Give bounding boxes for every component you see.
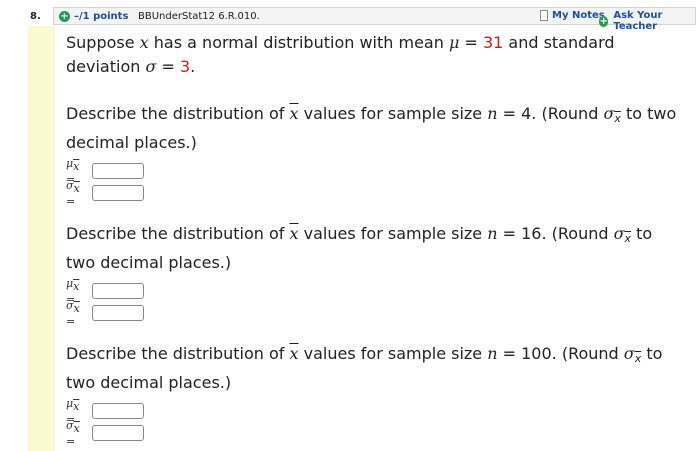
- part2-mu-input[interactable]: [92, 283, 144, 299]
- part2-sigma-row: σx =: [66, 299, 686, 328]
- part2-text-c: = 16. (Round: [497, 224, 614, 243]
- question-number: 8.: [30, 11, 41, 22]
- notes-document-icon: [540, 10, 548, 21]
- part2-text-a: Describe the distribution of: [66, 224, 290, 243]
- intro-mu: μ: [448, 33, 460, 52]
- part1-mu-input[interactable]: [92, 163, 144, 179]
- part3-xbar: x: [289, 344, 299, 363]
- my-notes-label: My Notes: [552, 10, 605, 21]
- intro-period: .: [190, 57, 196, 76]
- part3-sigma-row: σx =: [66, 419, 686, 448]
- part3-mu-input[interactable]: [92, 403, 144, 419]
- part2-xbar: x: [289, 224, 299, 243]
- ask-teacher-label: Ask Your Teacher: [613, 10, 663, 32]
- question-left-strip: [28, 26, 55, 451]
- part2-sigma-input[interactable]: [92, 305, 144, 321]
- part1-text-a: Describe the distribution of: [66, 104, 290, 123]
- part1-n: n: [487, 104, 498, 123]
- part3-n: n: [487, 344, 498, 363]
- part1-sigma-row: σx =: [66, 179, 686, 208]
- part1-sigma-input[interactable]: [92, 185, 144, 201]
- part2-sigma: σ: [613, 224, 625, 243]
- part1-mu-row: μx =: [66, 157, 686, 186]
- intro-eq-1: =: [459, 33, 483, 52]
- part2-sigma-label: σx =: [66, 298, 80, 328]
- my-notes-button[interactable]: My Notes: [540, 10, 605, 21]
- question-code: BBUnderStat12 6.R.010.: [138, 11, 260, 22]
- part3-sigma-label: σx =: [66, 418, 80, 448]
- part2-n: n: [487, 224, 498, 243]
- mean-value: 31: [482, 33, 504, 52]
- ask-teacher-button[interactable]: + Ask Your Teacher: [599, 10, 695, 32]
- part1-text-c: = 4. (Round: [497, 104, 604, 123]
- part3-text-a: Describe the distribution of: [66, 344, 290, 363]
- points-label: –/1 points: [74, 11, 129, 22]
- intro-text-2: has a normal distribution with mean: [148, 33, 449, 52]
- part-sample-4: Describe the distribution of x values fo…: [66, 102, 686, 208]
- part3-sigma: σ: [623, 344, 635, 363]
- part3-mu-row: μx =: [66, 397, 686, 426]
- part3-text-c: = 100. (Round: [497, 344, 624, 363]
- part1-xbar: x: [289, 104, 299, 123]
- intro-x: x: [139, 33, 149, 52]
- part2-text-b: values for sample size: [298, 224, 488, 243]
- ask-plus-icon: +: [599, 15, 609, 27]
- question-header: + –/1 points BBUnderStat12 6.R.010. My N…: [53, 7, 696, 32]
- part-sample-100: Describe the distribution of x values fo…: [66, 342, 686, 448]
- part1-sigma: σ: [603, 104, 615, 123]
- part1-text-b: values for sample size: [298, 104, 488, 123]
- intro-text-1: Suppose: [66, 33, 140, 52]
- part3-sigma-input[interactable]: [92, 425, 144, 441]
- expand-plus-icon[interactable]: +: [59, 11, 70, 22]
- intro-sigma: σ: [145, 57, 157, 76]
- part-sample-16: Describe the distribution of x values fo…: [66, 222, 686, 328]
- part2-mu-row: μx =: [66, 277, 686, 306]
- intro-eq-2: =: [156, 57, 180, 76]
- part1-sigma-label: σx =: [66, 178, 80, 208]
- question-intro: Suppose x has a normal distribution with…: [66, 31, 686, 79]
- part3-text-b: values for sample size: [298, 344, 488, 363]
- sd-value: 3: [179, 57, 191, 76]
